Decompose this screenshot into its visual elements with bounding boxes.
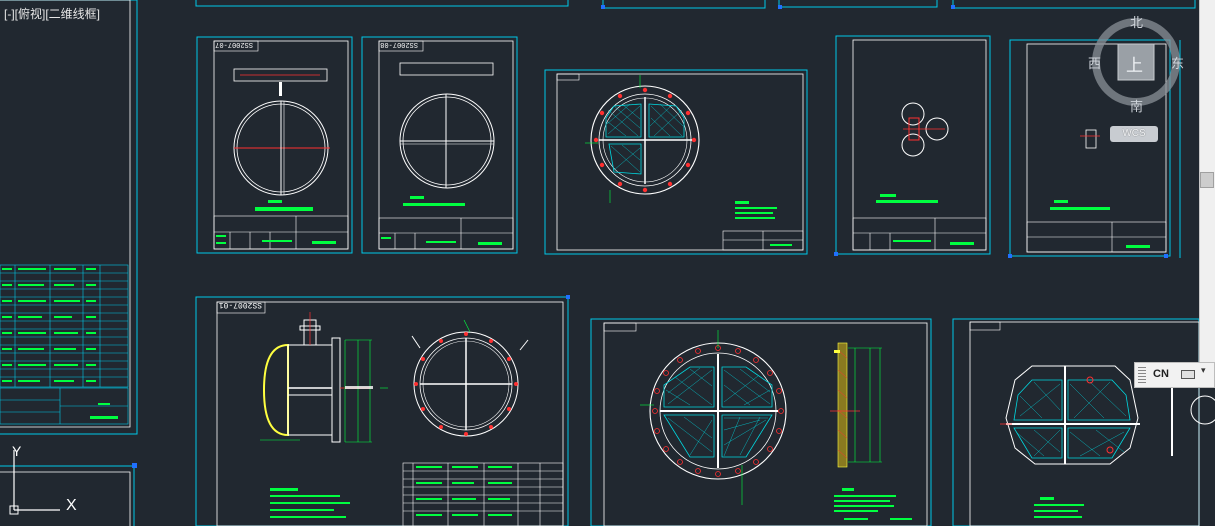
compass-east[interactable]: 东 bbox=[1171, 53, 1184, 72]
sheet-ss2007-07[interactable] bbox=[196, 36, 353, 254]
sheet-ss2007-08[interactable] bbox=[361, 36, 518, 254]
viewcube-top-label[interactable]: 上 bbox=[1126, 51, 1143, 76]
drawing-viewport[interactable]: SS2007-07 SS2007-08 SS2007-01 bbox=[0, 0, 1215, 526]
compass-west[interactable]: 西 bbox=[1088, 53, 1101, 72]
ime-menu-icon[interactable]: ▾ bbox=[1201, 366, 1206, 376]
sheet-ss2007-01[interactable] bbox=[195, 295, 570, 526]
sheet-large-grid[interactable] bbox=[590, 318, 932, 526]
sheet-id-07: SS2007-07 bbox=[215, 40, 253, 48]
top-sheet-row bbox=[195, 0, 1196, 9]
scrollbar-thumb[interactable] bbox=[1200, 172, 1214, 188]
ucs-x-label: X bbox=[66, 497, 77, 514]
keyboard-icon[interactable] bbox=[1181, 370, 1195, 379]
viewport-controls-label[interactable]: [-][俯视][二维线框] bbox=[4, 5, 100, 22]
wcs-menu-button[interactable]: WCS bbox=[1110, 126, 1158, 142]
ucs-y-label: Y bbox=[12, 443, 22, 459]
ime-language-bar[interactable]: CN ▾ bbox=[1134, 362, 1215, 388]
compass-south[interactable]: 南 bbox=[1130, 96, 1143, 115]
sheet-detail-small[interactable] bbox=[834, 35, 991, 256]
sheet-id-08: SS2007-08 bbox=[380, 40, 418, 48]
ime-grip-icon[interactable] bbox=[1138, 367, 1146, 383]
ucs-icon: Y X bbox=[9, 443, 77, 515]
sheet-flange-grid[interactable] bbox=[544, 69, 808, 255]
compass-north[interactable]: 北 bbox=[1130, 12, 1143, 31]
sheet-right-grid[interactable] bbox=[952, 318, 1215, 526]
ime-language-indicator[interactable]: CN bbox=[1153, 368, 1169, 380]
sheet-id-01: SS2007-01 bbox=[219, 300, 262, 309]
